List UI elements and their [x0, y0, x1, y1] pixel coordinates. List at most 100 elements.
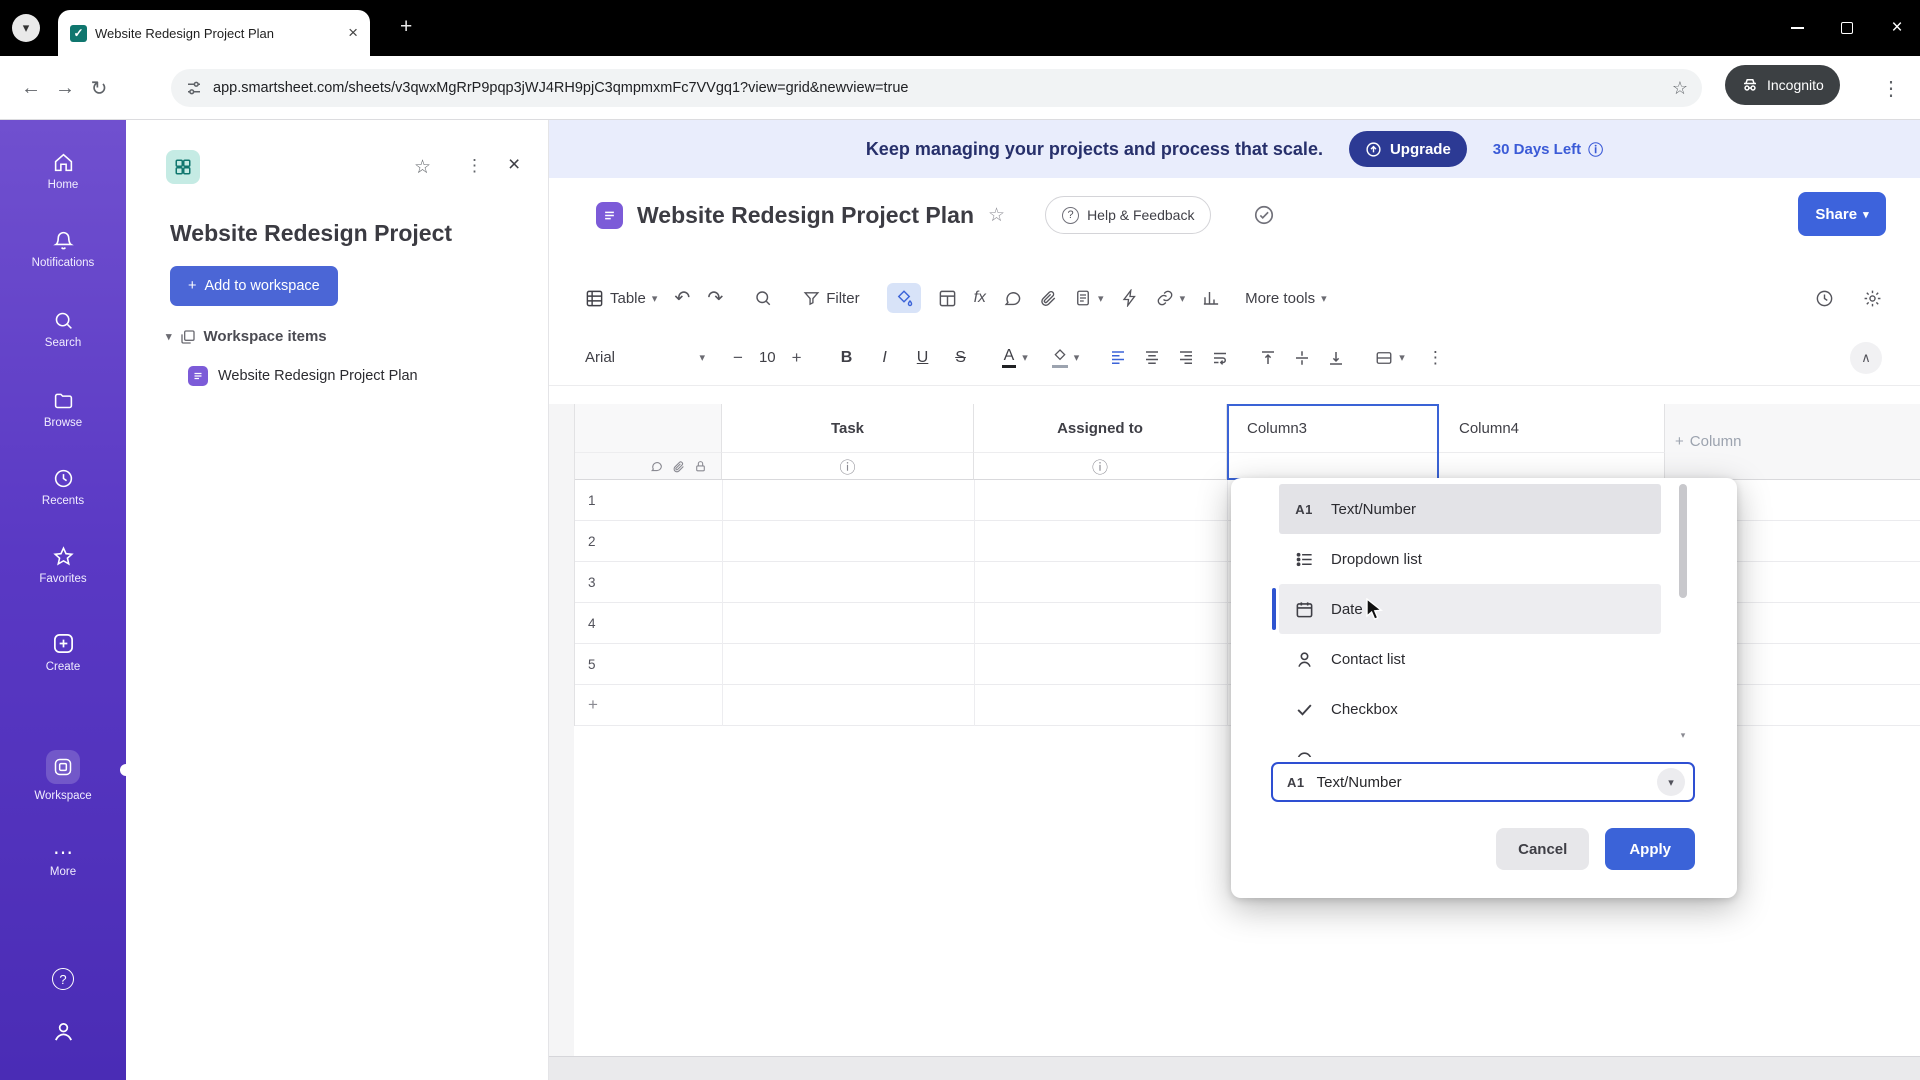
- row-number: 3: [588, 574, 596, 590]
- text-color-button[interactable]: A ▾: [1001, 347, 1028, 368]
- strikethrough-button[interactable]: S: [950, 349, 972, 367]
- filter-button[interactable]: Filter: [803, 290, 860, 307]
- sidebar-item-more[interactable]: ⋯ More: [0, 843, 126, 878]
- select-chevron-button[interactable]: ▾: [1657, 768, 1685, 796]
- reload-button[interactable]: ↻: [82, 76, 116, 101]
- undo-button[interactable]: ↶: [674, 287, 690, 310]
- link-menu-button[interactable]: ▾: [1156, 289, 1185, 307]
- more-tools-button[interactable]: More tools ▾: [1245, 290, 1327, 307]
- column-header-column3[interactable]: Column3: [1227, 404, 1439, 453]
- option-partial[interactable]: [1279, 734, 1661, 757]
- workspace-items-section[interactable]: ▾ Workspace items: [166, 328, 327, 345]
- forward-button[interactable]: →: [48, 77, 82, 100]
- column-type-select[interactable]: A1 Text/Number ▾: [1271, 762, 1695, 802]
- search-icon: [53, 310, 74, 331]
- panel-kebab-icon[interactable]: ⋮: [466, 156, 483, 176]
- panel-close-icon[interactable]: ×: [508, 153, 520, 177]
- help-feedback-button[interactable]: ? Help & Feedback: [1045, 196, 1212, 234]
- upgrade-button[interactable]: Upgrade: [1348, 131, 1467, 167]
- lock-icon[interactable]: [694, 460, 707, 473]
- cell-format-button[interactable]: ▾: [1375, 349, 1405, 367]
- paint-format-button-active[interactable]: [886, 283, 921, 313]
- sidebar-item-workspace[interactable]: Workspace: [0, 750, 126, 802]
- sidebar-item-home[interactable]: Home: [0, 152, 126, 191]
- bookmark-star-icon[interactable]: ☆: [1672, 78, 1688, 99]
- window-close-button[interactable]: ×: [1874, 0, 1920, 56]
- option-text-number[interactable]: A1 Text/Number: [1279, 484, 1661, 534]
- sheet-list-item[interactable]: Website Redesign Project Plan: [188, 366, 418, 386]
- attachment-paperclip-icon[interactable]: [1039, 289, 1057, 307]
- assigned-column-info[interactable]: ⓘ: [974, 453, 1227, 480]
- sidebar-item-notifications[interactable]: Notifications: [0, 230, 126, 269]
- site-settings-icon[interactable]: [185, 79, 203, 97]
- apply-button[interactable]: Apply: [1605, 828, 1695, 870]
- underline-button[interactable]: U: [912, 349, 934, 367]
- search-sheet-icon[interactable]: [754, 289, 772, 307]
- valign-middle-button[interactable]: [1293, 349, 1311, 367]
- increase-font-button[interactable]: +: [792, 348, 802, 368]
- favorite-sheet-star-icon[interactable]: ☆: [988, 204, 1005, 227]
- paperclip-icon[interactable]: [672, 460, 685, 473]
- plus-icon: +: [188, 278, 197, 294]
- view-switcher-table[interactable]: Table ▾: [585, 289, 657, 308]
- sidebar-item-recents[interactable]: Recents: [0, 468, 126, 507]
- decrease-font-button[interactable]: −: [733, 348, 743, 368]
- browser-titlebar: ▾ ✓ Website Redesign Project Plan × + ×: [0, 0, 1920, 56]
- sidebar-item-create[interactable]: Create: [0, 632, 126, 673]
- scrollbar-thumb[interactable]: [1679, 484, 1687, 598]
- chart-icon[interactable]: [1202, 289, 1220, 307]
- column-header-task[interactable]: Task: [722, 404, 974, 453]
- share-button[interactable]: Share ▾: [1798, 192, 1886, 236]
- scroll-down-arrow-icon[interactable]: ▾: [1678, 730, 1688, 741]
- address-bar[interactable]: app.smartsheet.com/sheets/v3qwxMgRrP9pqp…: [171, 69, 1702, 107]
- column-header-column4[interactable]: Column4: [1439, 404, 1665, 453]
- help-button[interactable]: ?: [0, 968, 126, 990]
- activity-history-icon[interactable]: [1815, 289, 1834, 308]
- tab-close-icon[interactable]: ×: [348, 23, 358, 43]
- new-tab-button[interactable]: +: [400, 15, 412, 39]
- valign-top-button[interactable]: [1259, 349, 1277, 367]
- fill-color-button[interactable]: ▾: [1051, 348, 1079, 368]
- valign-bottom-button[interactable]: [1327, 349, 1345, 367]
- browser-menu-kebab-icon[interactable]: ⋮: [1874, 76, 1908, 101]
- info-icon[interactable]: ⓘ: [1588, 139, 1603, 160]
- align-right-button[interactable]: [1177, 349, 1195, 367]
- format-overflow-kebab-icon[interactable]: ⋮: [1427, 348, 1444, 368]
- sidebar-item-favorites[interactable]: Favorites: [0, 546, 126, 585]
- back-button[interactable]: ←: [14, 77, 48, 100]
- add-to-workspace-button[interactable]: + Add to workspace: [170, 266, 338, 306]
- automation-lightning-icon[interactable]: [1121, 289, 1139, 307]
- align-left-button[interactable]: [1109, 349, 1127, 367]
- account-button[interactable]: [0, 1020, 126, 1043]
- favorite-star-icon[interactable]: ☆: [414, 156, 431, 179]
- bold-button[interactable]: B: [836, 349, 858, 367]
- redo-button[interactable]: ↷: [707, 287, 723, 310]
- tab-search-button[interactable]: ▾: [12, 14, 40, 42]
- italic-button[interactable]: I: [874, 349, 896, 367]
- task-column-info[interactable]: ⓘ: [722, 453, 974, 480]
- option-checkbox[interactable]: Checkbox: [1279, 684, 1661, 734]
- window-minimize-button[interactable]: [1774, 0, 1820, 56]
- sidebar-item-search[interactable]: Search: [0, 310, 126, 349]
- cancel-button[interactable]: Cancel: [1496, 828, 1590, 870]
- option-contact-list[interactable]: Contact list: [1279, 634, 1661, 684]
- folder-icon: [53, 390, 74, 411]
- sidebar-item-browse[interactable]: Browse: [0, 390, 126, 429]
- popup-scrollbar[interactable]: [1678, 484, 1688, 746]
- settings-gear-icon[interactable]: [1863, 289, 1882, 308]
- option-date[interactable]: Date: [1272, 584, 1661, 634]
- align-center-button[interactable]: [1143, 349, 1161, 367]
- comment-icon[interactable]: [1003, 289, 1022, 308]
- add-column-button[interactable]: + Column: [1665, 404, 1920, 480]
- window-maximize-button[interactable]: [1824, 0, 1870, 56]
- browser-tab[interactable]: ✓ Website Redesign Project Plan ×: [58, 10, 370, 56]
- comment-bubble-icon[interactable]: [650, 460, 663, 473]
- column-header-assigned-to[interactable]: Assigned to: [974, 404, 1227, 453]
- font-family-select[interactable]: Arial ▾: [585, 349, 705, 366]
- collapse-toolbar-button[interactable]: ∧: [1850, 342, 1882, 374]
- option-dropdown-list[interactable]: Dropdown list: [1279, 534, 1661, 584]
- formula-fx-button[interactable]: fx: [974, 289, 986, 307]
- text-wrap-button[interactable]: [1211, 349, 1229, 367]
- document-menu-button[interactable]: ▾: [1074, 289, 1104, 307]
- table-format-icon[interactable]: [938, 289, 957, 308]
